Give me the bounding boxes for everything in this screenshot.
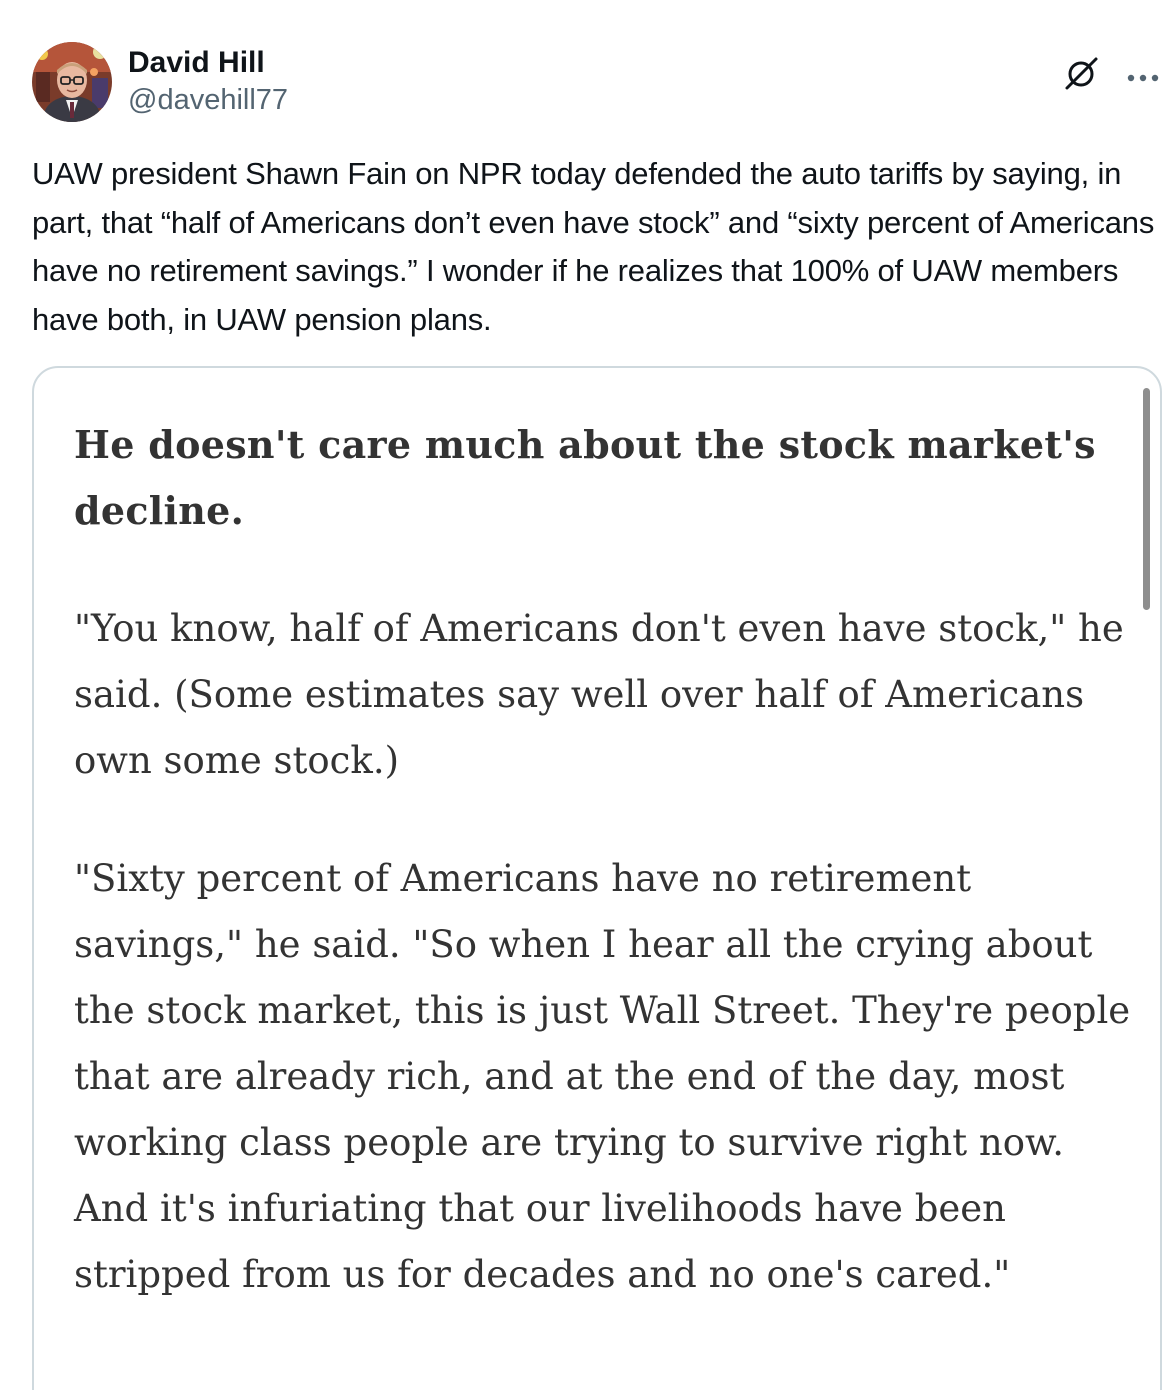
author-handle[interactable]: @davehill77 xyxy=(128,84,288,117)
tweet-header: David Hill @davehill77 xyxy=(32,42,1162,124)
article-screenshot: He doesn't care much about the stock mar… xyxy=(74,412,1144,1308)
article-paragraph: "Sixty percent of Americans have no reti… xyxy=(74,857,1131,1296)
profile-photo-icon xyxy=(32,42,112,122)
media-image-card[interactable]: He doesn't care much about the stock mar… xyxy=(32,366,1162,1390)
author-name[interactable]: David Hill xyxy=(128,46,265,80)
scrollbar[interactable] xyxy=(1143,388,1150,610)
avatar[interactable] xyxy=(32,42,112,122)
article-paragraph: "You know, half of Americans don't even … xyxy=(74,607,1124,782)
tweet-text: UAW president Shawn Fain on NPR today de… xyxy=(32,156,1155,337)
article-heading: He doesn't care much about the stock mar… xyxy=(74,422,1096,533)
grok-icon[interactable] xyxy=(1062,54,1102,94)
more-icon[interactable] xyxy=(1122,54,1164,94)
